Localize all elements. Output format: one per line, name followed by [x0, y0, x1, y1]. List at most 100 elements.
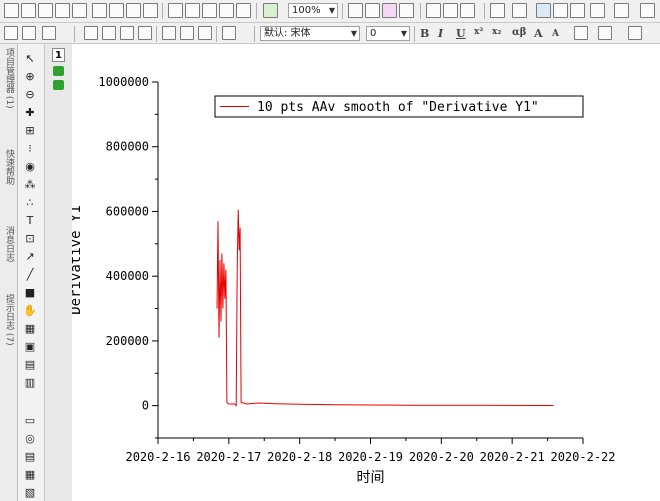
image-tool-icon[interactable]: ▣	[22, 340, 38, 354]
toolbar-separator	[162, 3, 163, 19]
region-icon[interactable]	[553, 3, 568, 18]
decrease-font-button[interactable]: A	[552, 29, 559, 39]
group-icon[interactable]	[162, 26, 176, 40]
column-add-icon[interactable]	[84, 26, 98, 40]
layer-tool-icon[interactable]: ▥	[22, 376, 38, 390]
clear-icon[interactable]	[138, 26, 152, 40]
arrange-icon[interactable]	[222, 26, 236, 40]
text-tool-icon[interactable]: T	[22, 214, 38, 228]
new-script-icon[interactable]	[143, 3, 158, 18]
line-style-icon[interactable]	[598, 26, 612, 40]
italic-button[interactable]: I	[438, 27, 443, 40]
data-selector-icon[interactable]: ⁝	[22, 142, 38, 156]
ungroup-icon[interactable]	[180, 26, 194, 40]
new-worksheet-icon[interactable]	[21, 3, 36, 18]
layout-icon[interactable]: ▧	[22, 486, 38, 500]
font-size-dropdown[interactable]: 0 ▼	[366, 26, 410, 41]
notes-icon[interactable]	[426, 3, 441, 18]
insert-graph-icon[interactable]: ⊡	[22, 232, 38, 246]
notepad-icon[interactable]: ▤	[22, 450, 38, 464]
font-dropdown[interactable]: 默认: 宋体 ▼	[260, 26, 360, 41]
new-matrix-icon[interactable]	[38, 3, 53, 18]
increase-font-button[interactable]: A	[534, 27, 543, 40]
open-folder-icon[interactable]	[168, 3, 183, 18]
tab-project-manager[interactable]: 项目管理器 (1)	[1, 48, 16, 109]
y-tick-label: 200000	[106, 334, 149, 348]
cursor-icon[interactable]	[570, 3, 585, 18]
results-log-icon[interactable]	[382, 3, 397, 18]
region-tool-icon[interactable]: ⁂	[22, 178, 38, 192]
command-window-icon[interactable]	[443, 3, 458, 18]
align-icon[interactable]	[614, 3, 629, 18]
lock-icon[interactable]	[53, 80, 64, 90]
line-tool-icon[interactable]: ╱	[22, 268, 38, 282]
y-tick-label: 400000	[106, 269, 149, 283]
toolbar-separator	[414, 26, 415, 42]
row-insert-icon[interactable]	[120, 26, 134, 40]
tab-quick-help[interactable]: 快速帮助	[1, 149, 16, 185]
y-tick-label: 800000	[106, 140, 149, 154]
data-highlighter-icon[interactable]: ◉	[22, 160, 38, 174]
screen-reader-tool-icon[interactable]: ⊞	[22, 124, 38, 138]
circle-icon[interactable]: ◎	[22, 432, 38, 446]
arrow-tool-icon[interactable]: ↗	[22, 250, 38, 264]
align-left-icon[interactable]	[574, 26, 588, 40]
y-tick-label: 600000	[106, 204, 149, 218]
new-project-icon[interactable]	[4, 3, 19, 18]
layer-indicator[interactable]: 1	[52, 48, 65, 62]
new-graph-icon[interactable]	[55, 3, 70, 18]
layout-dropdown-icon[interactable]	[460, 3, 475, 18]
copy-icon[interactable]	[4, 26, 18, 40]
zoom-dropdown[interactable]: 100% ▼	[288, 3, 338, 18]
save-window-icon[interactable]	[219, 3, 234, 18]
zoom-in-icon[interactable]: ⊕	[22, 70, 38, 84]
save-project-icon[interactable]	[202, 3, 217, 18]
open-template-icon[interactable]	[185, 3, 200, 18]
panel-icon[interactable]: ▭	[22, 414, 38, 428]
graph-page: 0 200000 400000 600000 800000 1000000 2020-2-1…	[72, 44, 660, 501]
new-notes-icon[interactable]	[126, 3, 141, 18]
chevron-down-icon: ▼	[350, 29, 357, 38]
graph-tool-icon[interactable]: ▦	[22, 322, 38, 336]
hand-tool-icon[interactable]: ✋	[22, 304, 38, 318]
line-chart: 0 200000 400000 600000 800000 1000000 2020-2-1…	[72, 75, 616, 486]
tab-hint-log[interactable]: 提示日志 (7)	[1, 294, 16, 346]
underline-button[interactable]: U	[456, 27, 466, 40]
film-strip-icon[interactable]	[399, 3, 414, 18]
font-color-icon[interactable]	[628, 26, 642, 40]
zoom-out-icon[interactable]: ⊖	[22, 88, 38, 102]
duplicate-icon[interactable]	[348, 3, 363, 18]
y-tick-label: 1000000	[98, 75, 149, 89]
new-excel-icon[interactable]	[92, 3, 107, 18]
lock-icon[interactable]	[53, 66, 64, 76]
clipboard-icon[interactable]	[42, 26, 56, 40]
x-tick-label: 2020-2-22	[550, 450, 615, 464]
paste-icon[interactable]	[22, 26, 36, 40]
toolbar-separator	[420, 3, 421, 19]
sigma-icon[interactable]	[640, 3, 655, 18]
code-builder-icon[interactable]	[365, 3, 380, 18]
superscript-button[interactable]: x²	[474, 27, 483, 37]
new-layout-icon[interactable]	[109, 3, 124, 18]
data-reader-icon[interactable]	[512, 3, 527, 18]
table-tool-icon[interactable]: ▤	[22, 358, 38, 372]
grid-icon[interactable]: ▦	[22, 468, 38, 482]
pointer-icon[interactable]: ↖	[22, 52, 38, 66]
data-reader-tool-icon[interactable]: ✚	[22, 106, 38, 120]
greek-button[interactable]: αβ	[512, 27, 526, 38]
scatter-tool-icon[interactable]: ∴	[22, 196, 38, 210]
mask-icon[interactable]	[590, 3, 605, 18]
bold-button[interactable]: B	[420, 27, 429, 40]
new-function-icon[interactable]	[72, 3, 87, 18]
rectangle-tool-icon[interactable]: ■	[22, 286, 38, 300]
refresh-icon[interactable]	[263, 3, 278, 18]
column-insert-icon[interactable]	[102, 26, 116, 40]
chevron-down-icon: ▼	[328, 6, 335, 15]
side-panel-tabs: 项目管理器 (1) 快速帮助 消息日志 提示日志 (7)	[0, 44, 18, 501]
screen-reader-icon[interactable]	[536, 3, 551, 18]
tree-icon[interactable]	[490, 3, 505, 18]
front-icon[interactable]	[198, 26, 212, 40]
import-icon[interactable]	[236, 3, 251, 18]
tab-message-log[interactable]: 消息日志	[1, 226, 16, 262]
subscript-button[interactable]: x₂	[492, 27, 501, 37]
